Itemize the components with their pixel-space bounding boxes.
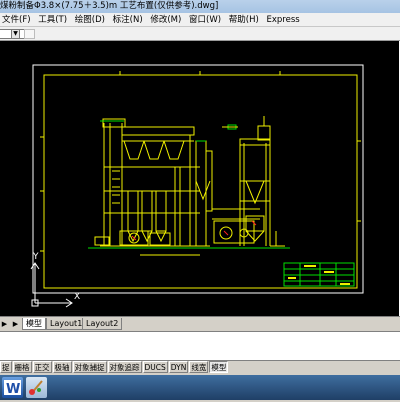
menu-bar: 文件(F) 工具(T) 绘图(D) 标注(N) 修改(M) 窗口(W) 帮助(H… bbox=[0, 13, 400, 27]
menu-help[interactable]: 帮助(H) bbox=[227, 13, 262, 27]
title-bar: 煤粉制备Φ3.8×(7.75＋3.5)m 工艺布置(仅供参考).dwg] bbox=[0, 0, 400, 13]
svg-text:W: W bbox=[6, 382, 20, 397]
status-osnap[interactable]: 对象捕捉 bbox=[72, 361, 107, 373]
status-polar[interactable]: 极轴 bbox=[52, 361, 72, 373]
status-bar: 捉栅格 正交 极轴 对象捕捉 对象追踪 DUCS DYN 线宽 模型 bbox=[0, 361, 400, 375]
paint-icon[interactable] bbox=[26, 377, 47, 398]
frame-ticks bbox=[40, 71, 361, 252]
taskbar: W bbox=[0, 375, 400, 400]
drawing-canvas[interactable]: Y X bbox=[0, 41, 400, 316]
menu-dimension[interactable]: 标注(N) bbox=[111, 13, 146, 27]
drawing-frame-outer bbox=[32, 64, 364, 294]
ucs-y-label: Y bbox=[32, 252, 39, 262]
middle-structure bbox=[195, 140, 260, 247]
tab-scroll-right-icon[interactable]: ▶ bbox=[11, 319, 20, 329]
status-dyn[interactable]: DYN bbox=[168, 361, 189, 373]
menu-express[interactable]: Express bbox=[265, 13, 303, 27]
toolbar-button-icon[interactable] bbox=[24, 29, 35, 39]
tab-layout2[interactable]: Layout2 bbox=[82, 318, 123, 330]
menu-tools[interactable]: 工具(T) bbox=[36, 13, 70, 27]
status-model[interactable]: 模型 bbox=[209, 361, 229, 373]
ucs-icon bbox=[30, 262, 73, 308]
ucs-x-label: X bbox=[74, 292, 80, 302]
menu-file[interactable]: 文件(F) bbox=[0, 13, 34, 27]
status-snap[interactable]: 捉 bbox=[0, 361, 12, 373]
status-ducs[interactable]: DUCS bbox=[142, 361, 168, 373]
cad-drawing: Y X bbox=[30, 64, 364, 308]
tab-scroll-left-icon[interactable]: ▶ bbox=[0, 319, 9, 329]
window-title: 煤粉制备Φ3.8×(7.75＋3.5)m 工艺布置(仅供参考).dwg] bbox=[0, 1, 219, 11]
status-otrack[interactable]: 对象追踪 bbox=[107, 361, 142, 373]
tab-layout1[interactable]: Layout1 bbox=[46, 318, 87, 330]
menu-modify[interactable]: 修改(M) bbox=[148, 13, 184, 27]
tab-model[interactable]: 模型 bbox=[22, 318, 46, 330]
title-block bbox=[283, 262, 355, 287]
chevron-down-icon[interactable]: ▼ bbox=[11, 29, 20, 39]
status-grid[interactable]: 栅格 bbox=[12, 361, 32, 373]
command-line[interactable] bbox=[0, 331, 400, 361]
drawing-frame-inner bbox=[43, 74, 358, 289]
status-lineweight[interactable]: 线宽 bbox=[189, 361, 209, 373]
layout-tab-bar: ▶ ▶ 模型 Layout1 Layout2 bbox=[0, 316, 400, 331]
status-ortho[interactable]: 正交 bbox=[32, 361, 52, 373]
word-icon[interactable]: W bbox=[2, 377, 23, 398]
menu-draw[interactable]: 绘图(D) bbox=[73, 13, 108, 27]
left-structure bbox=[94, 118, 210, 247]
right-structure bbox=[239, 116, 285, 247]
menu-window[interactable]: 窗口(W) bbox=[187, 13, 224, 27]
toolbar: ▼ bbox=[0, 27, 400, 41]
